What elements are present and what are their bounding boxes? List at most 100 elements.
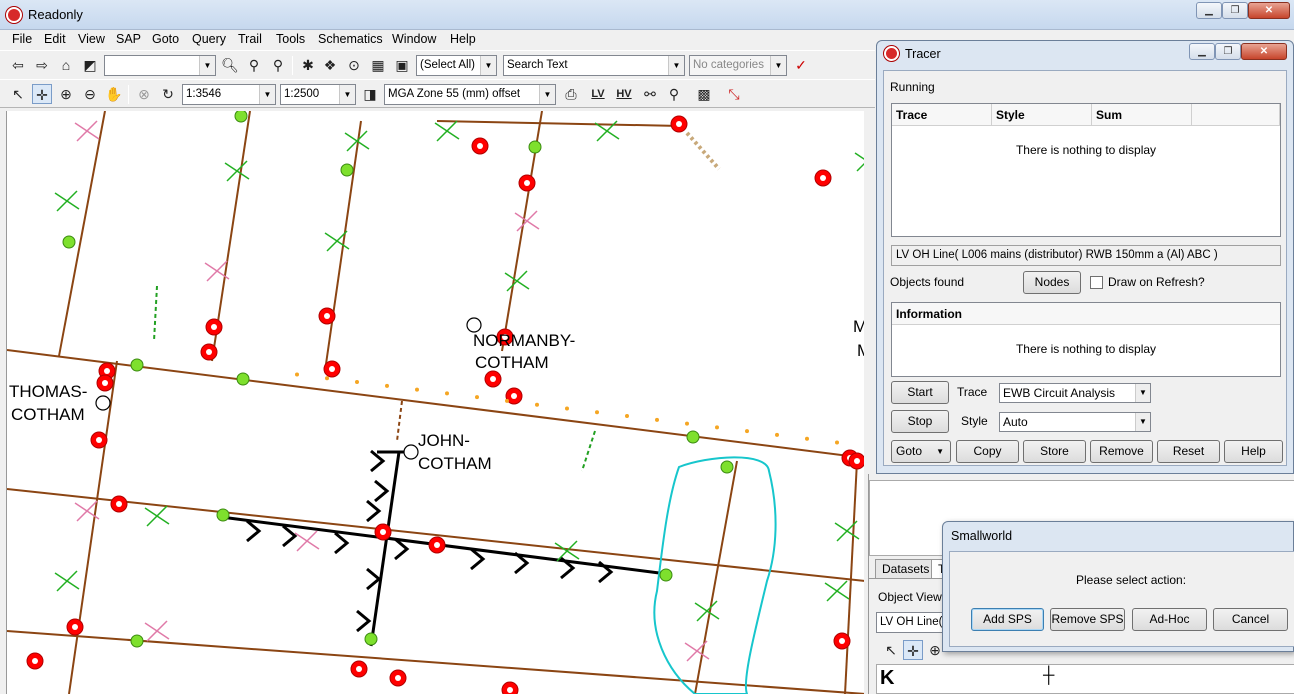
forward-arrow-icon[interactable]: ⇨ <box>32 55 52 75</box>
menu-sap[interactable]: SAP <box>116 32 141 46</box>
set-scale-combo[interactable]: 1:2500 ▼ <box>280 84 356 105</box>
remove-button[interactable]: Remove <box>1090 440 1153 463</box>
menu-edit[interactable]: Edit <box>44 32 66 46</box>
column-trace[interactable]: Trace <box>892 104 992 126</box>
menu-bar: File Edit View SAP Goto Query Trail Tool… <box>0 30 875 50</box>
menu-schematics[interactable]: Schematics <box>318 32 383 46</box>
find-route-icon[interactable]: ⚲ <box>268 55 288 75</box>
schematic-icon[interactable]: ▩ <box>694 84 714 104</box>
tracer-close-icon[interactable]: ✕ <box>1241 43 1287 60</box>
street-label-normanby-2: COTHAM <box>475 353 549 372</box>
map-canvas[interactable]: NORMANBY- COTHAM THOMAS- COTHAM JOHN- CO… <box>6 111 864 694</box>
object-view-pointer-icon[interactable]: ↖ <box>881 640 901 660</box>
streetlight-icon <box>445 391 449 396</box>
search-combo[interactable]: ▼ <box>104 55 216 76</box>
cancel-button[interactable]: Cancel <box>1213 608 1288 631</box>
trace-arrow-mark <box>366 567 382 591</box>
menu-help[interactable]: Help <box>450 32 476 46</box>
start-button[interactable]: Start <box>891 381 949 404</box>
home-icon[interactable]: ⌂ <box>56 55 76 75</box>
tracer-minimize-icon[interactable]: ▁ <box>1189 43 1215 60</box>
current-scale-combo[interactable]: 1:3546 ▼ <box>182 84 276 105</box>
menu-window[interactable]: Window <box>392 32 436 46</box>
query-icon[interactable]: ⊙ <box>344 55 364 75</box>
column-sum[interactable]: Sum <box>1092 104 1192 126</box>
network-map-graphics[interactable] <box>7 111 864 694</box>
stop-button[interactable]: Stop <box>891 410 949 433</box>
service-line-mark <box>516 210 538 232</box>
select-features-icon[interactable]: ✱ <box>298 55 318 75</box>
tracer-title: Tracer <box>905 47 941 61</box>
streetlight-icon <box>535 402 539 407</box>
service-line-mark <box>56 570 78 592</box>
zoom-in-icon[interactable]: ⊕ <box>56 84 76 104</box>
crosshair-select-icon[interactable]: ✛ <box>32 84 52 104</box>
style-combo[interactable]: Auto ▼ <box>999 412 1151 432</box>
pole-center-icon <box>507 687 513 693</box>
projection-combo[interactable]: MGA Zone 55 (mm) offset ▼ <box>384 84 556 105</box>
projection-icon[interactable]: ◨ <box>360 84 380 104</box>
trace-results-list[interactable]: Trace Style Sum There is nothing to disp… <box>891 103 1281 237</box>
search-text-combo[interactable]: Search Text ▼ <box>503 55 685 76</box>
nodes-button[interactable]: Nodes <box>1023 271 1081 294</box>
circuit-analysis-icon[interactable]: ⤡ <box>724 84 744 104</box>
bookmark-icon[interactable]: ◩ <box>80 55 100 75</box>
object-view-canvas[interactable]: K ┼ <box>876 664 1294 694</box>
tab-datasets[interactable]: Datasets <box>875 559 937 578</box>
refresh-icon[interactable]: ↻ <box>158 84 178 104</box>
menu-tools[interactable]: Tools <box>276 32 305 46</box>
pole-center-icon <box>839 638 845 644</box>
print-icon[interactable]: ⎙ <box>561 84 581 104</box>
tracer-maximize-icon[interactable]: ❐ <box>1215 43 1241 60</box>
trace-network-icon[interactable]: ⚯ <box>640 84 660 104</box>
categories-combo[interactable]: No categories ▼ <box>689 55 787 76</box>
object-view-field[interactable]: LV OH Line( <box>876 612 946 633</box>
lv-network-icon[interactable]: LV <box>588 84 608 104</box>
menu-goto[interactable]: Goto <box>152 32 179 46</box>
smallworld-app-icon <box>6 7 22 23</box>
remove-sps-button[interactable]: Remove SPS <box>1050 608 1125 631</box>
help-button[interactable]: Help <box>1224 440 1283 463</box>
clear-search-icon[interactable]: ✓ <box>791 55 811 75</box>
column-style[interactable]: Style <box>992 104 1092 126</box>
menu-query[interactable]: Query <box>192 32 226 46</box>
copy-button[interactable]: Copy <box>956 440 1019 463</box>
minimize-icon[interactable]: ▁ <box>1196 2 1222 19</box>
store-button[interactable]: Store <box>1023 440 1086 463</box>
street-label-john-2: COTHAM <box>418 454 492 473</box>
search-doc-icon[interactable]: ▣ <box>392 55 412 75</box>
pole-center-icon <box>329 366 335 372</box>
back-arrow-icon[interactable]: ⇦ <box>8 55 28 75</box>
menu-trail[interactable]: Trail <box>238 32 262 46</box>
streetlight-icon <box>655 417 659 422</box>
draw-on-refresh-checkbox[interactable] <box>1090 276 1103 289</box>
select-all-combo[interactable]: (Select All) ▼ <box>416 55 497 76</box>
service-line-mark <box>76 120 98 142</box>
stop-redraw-icon[interactable]: ⊗ <box>134 84 154 104</box>
streetlight-icon <box>775 432 779 437</box>
ad-hoc-button[interactable]: Ad-Hoc <box>1132 608 1207 631</box>
pointer-icon[interactable]: ↖ <box>8 84 28 104</box>
layers-icon[interactable]: ❖ <box>320 55 340 75</box>
service-line-mark <box>856 162 864 172</box>
add-sps-button[interactable]: Add SPS <box>971 608 1044 631</box>
streetlight-icon <box>685 421 689 426</box>
zoom-search-icon[interactable]: 🔍︎ <box>220 55 240 75</box>
menu-view[interactable]: View <box>78 32 105 46</box>
hv-network-icon[interactable]: HV <box>614 84 634 104</box>
object-view-crosshair-icon[interactable]: ✛ <box>903 640 923 660</box>
goto-button[interactable]: Goto ▼ <box>891 440 951 463</box>
streetlight-icon <box>745 429 749 434</box>
table-icon[interactable]: ▦ <box>368 55 388 75</box>
zoom-out-icon[interactable]: ⊖ <box>80 84 100 104</box>
pillar-icon <box>130 358 144 372</box>
streetlight-icon <box>835 440 839 445</box>
pan-hand-icon[interactable]: ✋ <box>104 84 124 104</box>
reset-button[interactable]: Reset <box>1157 440 1220 463</box>
close-icon[interactable]: ✕ <box>1248 2 1290 19</box>
menu-file[interactable]: File <box>12 32 32 46</box>
maximize-icon[interactable]: ❐ <box>1222 2 1248 19</box>
trace-type-combo[interactable]: EWB Circuit Analysis ▼ <box>999 383 1151 403</box>
find-nearby-icon[interactable]: ⚲ <box>244 55 264 75</box>
find-object-icon[interactable]: ⚲ <box>664 84 684 104</box>
